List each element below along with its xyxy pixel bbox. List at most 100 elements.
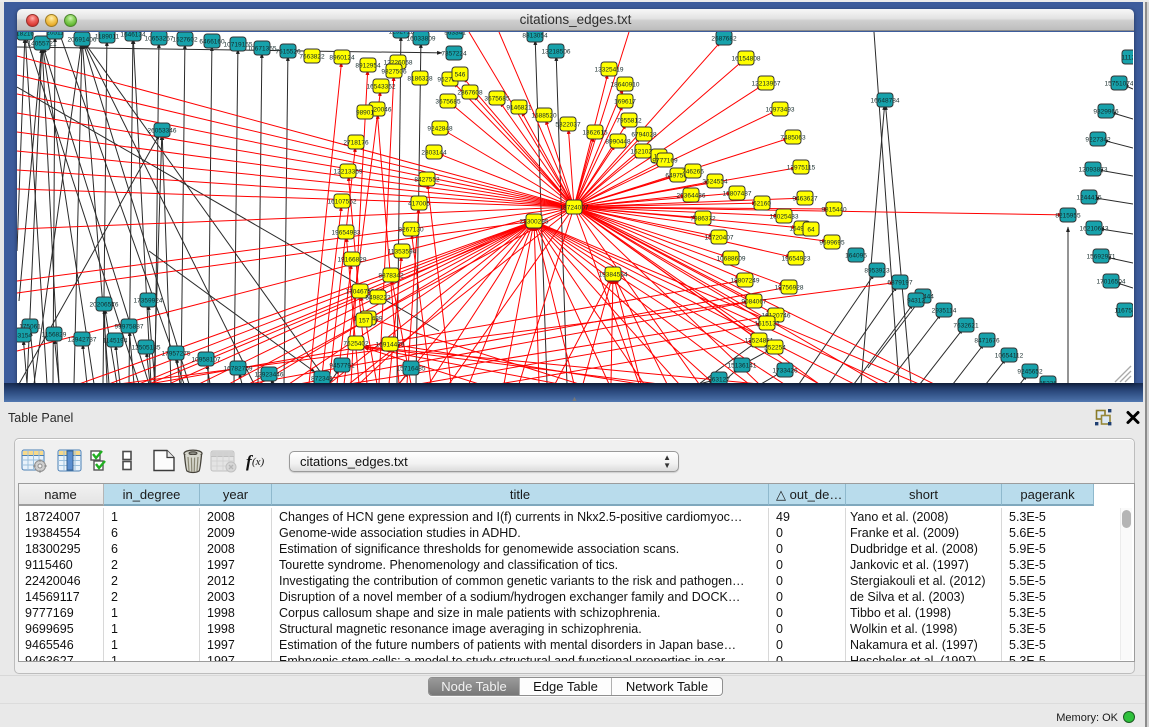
svg-text:16107552: 16107552 — [328, 199, 357, 206]
svg-text:10654112: 10654112 — [995, 353, 1024, 360]
svg-text:7515526: 7515526 — [275, 49, 301, 56]
svg-text:116753: 116753 — [1114, 308, 1133, 315]
svg-text:19654983: 19654983 — [332, 230, 361, 237]
svg-text:25300295: 25300295 — [520, 219, 549, 226]
svg-text:8813054: 8813054 — [522, 33, 548, 40]
svg-text:2935114: 2935114 — [932, 308, 957, 315]
svg-text:5322037: 5322037 — [555, 122, 581, 129]
svg-text:252254: 252254 — [764, 345, 786, 352]
svg-text:18807249: 18807249 — [731, 278, 760, 285]
svg-text:26053346: 26053346 — [148, 128, 177, 135]
svg-text:15751074: 15751074 — [1105, 81, 1133, 88]
svg-text:98901: 98901 — [356, 110, 374, 117]
svg-text:1362615: 1362615 — [582, 130, 608, 137]
svg-text:20206576: 20206576 — [90, 302, 119, 309]
svg-text:3675685: 3675685 — [435, 99, 461, 106]
svg-text:157: 157 — [359, 318, 370, 325]
svg-text:16914479: 16914479 — [376, 342, 405, 349]
svg-text:7632621: 7632621 — [953, 323, 979, 330]
svg-text:19654923: 19654923 — [782, 256, 811, 263]
svg-text:8912954: 8912954 — [355, 63, 381, 70]
svg-text:9146821: 9146821 — [506, 105, 532, 112]
svg-text:1244415: 1244415 — [1076, 195, 1102, 202]
svg-text:16543362: 16543362 — [367, 84, 396, 91]
svg-text:2867608: 2867608 — [457, 90, 483, 97]
svg-text:15716485: 15716485 — [397, 366, 426, 373]
svg-text:16648784: 16648784 — [871, 98, 900, 105]
svg-text:11123: 11123 — [1121, 55, 1133, 62]
svg-text:169617: 169617 — [614, 99, 636, 106]
svg-text:164095: 164095 — [845, 253, 867, 260]
svg-text:10973493: 10973493 — [766, 107, 795, 114]
svg-text:5498222: 5498222 — [365, 295, 391, 302]
svg-text:7625402: 7625402 — [343, 341, 369, 348]
svg-text:10688609: 10688609 — [717, 256, 746, 263]
svg-text:85236: 85236 — [1039, 381, 1057, 384]
svg-text:19166829: 19166829 — [338, 257, 367, 264]
svg-text:17957275: 17957275 — [162, 351, 191, 358]
svg-text:3624554: 3624554 — [702, 179, 728, 186]
svg-text:12975115: 12975115 — [787, 165, 816, 172]
svg-text:20691406: 20691406 — [68, 37, 97, 44]
svg-text:963127: 963127 — [708, 377, 730, 384]
svg-text:8990448: 8990448 — [605, 139, 631, 146]
svg-text:9827506: 9827506 — [381, 69, 407, 76]
svg-text:6879197: 6879197 — [887, 280, 913, 287]
svg-text:746266: 746266 — [682, 169, 704, 176]
svg-text:10671355: 10671355 — [248, 46, 277, 53]
svg-text:8267130: 8267130 — [398, 227, 424, 234]
svg-text:1588520: 1588520 — [531, 113, 557, 120]
svg-text:12093873: 12093873 — [1079, 167, 1108, 174]
svg-text:1646134: 1646134 — [120, 32, 146, 39]
svg-text:17359924: 17359924 — [134, 298, 163, 305]
svg-text:10958107: 10958107 — [192, 357, 221, 364]
svg-text:872341: 872341 — [311, 376, 333, 383]
svg-text:7357224: 7357224 — [441, 51, 467, 58]
svg-text:2803144: 2803144 — [421, 150, 447, 157]
svg-text:8427552: 8427552 — [414, 177, 440, 184]
svg-text:99975887: 99975887 — [115, 324, 144, 331]
svg-text:6466160: 6466160 — [199, 39, 225, 46]
svg-text:963341: 963341 — [444, 32, 466, 37]
svg-text:20364436: 20364436 — [677, 193, 706, 200]
svg-text:546: 546 — [455, 72, 466, 79]
svg-text:16782759: 16782759 — [224, 366, 253, 373]
svg-text:12942737: 12942737 — [68, 337, 97, 344]
svg-text:9463627: 9463627 — [792, 196, 818, 203]
svg-text:14055721: 14055721 — [28, 41, 57, 48]
svg-text:7485063: 7485063 — [780, 135, 806, 142]
svg-text:1156829: 1156829 — [42, 332, 67, 339]
svg-text:2718176: 2718176 — [343, 140, 369, 147]
svg-text:19384554: 19384554 — [599, 272, 628, 279]
svg-text:16210643: 16210643 — [1080, 226, 1109, 233]
svg-text:12213967: 12213967 — [752, 81, 781, 88]
svg-text:9457791: 9457791 — [329, 363, 355, 370]
svg-text:1189011: 1189011 — [95, 34, 120, 41]
svg-text:18724007: 18724007 — [560, 205, 589, 212]
svg-text:13218506: 13218506 — [542, 49, 571, 56]
svg-text:2687682: 2687682 — [711, 36, 737, 43]
svg-text:10025433: 10025433 — [770, 214, 799, 221]
svg-text:19756928: 19756928 — [775, 285, 804, 292]
svg-text:20511: 20511 — [46, 32, 64, 37]
svg-text:9699695: 9699695 — [819, 240, 845, 247]
svg-text:7986372: 7986372 — [690, 216, 716, 223]
svg-text:8878342: 8878342 — [378, 273, 404, 280]
svg-text:11353594: 11353594 — [388, 249, 417, 256]
svg-text:12923446: 12923446 — [255, 372, 284, 379]
svg-text:6794028: 6794028 — [631, 132, 657, 139]
svg-text:17016504: 17016504 — [1097, 279, 1126, 286]
svg-text:16154808: 16154808 — [732, 56, 761, 63]
svg-text:7663822: 7663822 — [299, 54, 325, 61]
svg-text:94312: 94312 — [907, 298, 925, 305]
svg-text:1733426: 1733426 — [772, 368, 798, 375]
svg-text:9084067: 9084067 — [741, 299, 767, 306]
svg-text:1527602: 1527602 — [172, 37, 198, 44]
svg-text:9329966: 9329966 — [1093, 109, 1119, 116]
svg-text:1145194: 1145194 — [103, 338, 128, 345]
svg-text:13325419: 13325419 — [595, 67, 624, 74]
svg-text:(x): (x) — [252, 456, 265, 468]
svg-text:8960124: 8960124 — [329, 55, 355, 62]
svg-text:10653267: 10653267 — [145, 36, 174, 43]
svg-text:9245652: 9245652 — [1017, 369, 1043, 376]
